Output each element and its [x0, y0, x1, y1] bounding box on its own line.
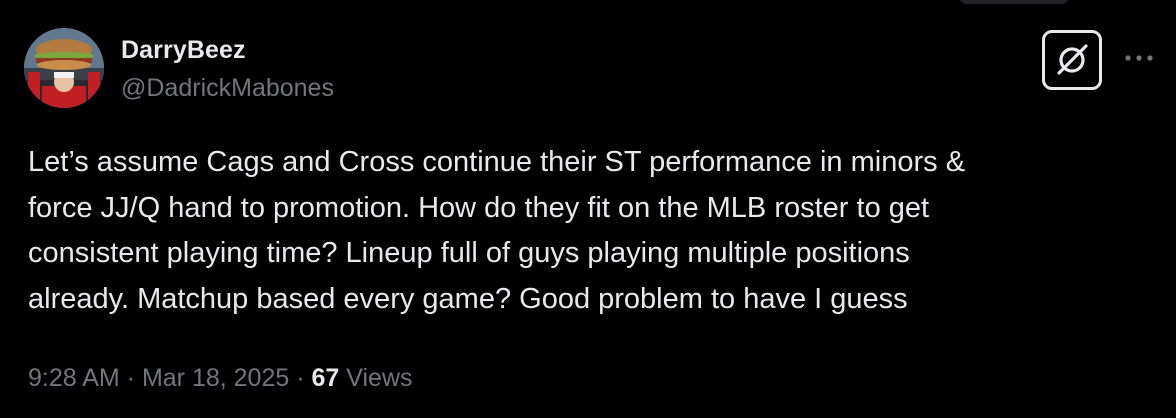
views-count[interactable]: 67 — [312, 364, 340, 392]
meta-separator: · — [119, 364, 142, 392]
top-edge-pill — [958, 0, 1070, 4]
tweet-meta: 9:28 AM · Mar 18, 2025 · 67 Views — [28, 364, 413, 393]
author-display-name[interactable]: DarryBeez — [121, 36, 246, 65]
grok-button[interactable] — [1042, 30, 1102, 90]
tweet-text: Let’s assume Cags and Cross continue the… — [28, 146, 966, 315]
avatar-image — [24, 28, 104, 108]
views-label[interactable]: Views — [339, 364, 412, 392]
avatar[interactable] — [24, 28, 104, 108]
tweet-date[interactable]: Mar 18, 2025 — [142, 364, 289, 392]
tweet-time[interactable]: 9:28 AM — [28, 364, 120, 392]
more-options-button[interactable] — [1122, 44, 1156, 72]
author-handle[interactable]: @DadrickMabones — [121, 74, 334, 103]
more-horizontal-icon — [1125, 55, 1153, 61]
grok-icon — [1057, 44, 1088, 75]
meta-separator: · — [289, 364, 312, 392]
